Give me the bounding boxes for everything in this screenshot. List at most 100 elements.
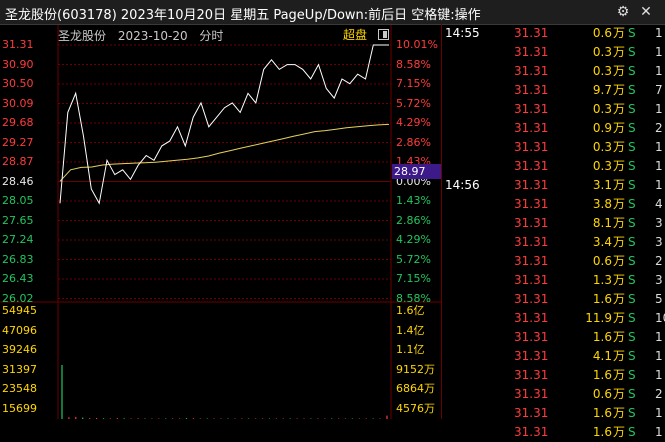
amount-axis-label: 6864万 — [396, 382, 435, 395]
tick-row[interactable]: 31.31 1.6 万 S 1 — [442, 366, 665, 385]
price-axis-label: 26.83 — [2, 252, 34, 266]
gear-icon[interactable]: ⚙ — [614, 3, 632, 21]
tick-side: S — [628, 83, 636, 97]
chart-plot — [0, 25, 442, 419]
tick-side: S — [628, 311, 636, 325]
tick-side: S — [628, 406, 636, 420]
tick-price: 31.31 — [514, 102, 549, 116]
pct-axis-label: 2.86% — [396, 135, 431, 149]
tick-side: S — [628, 64, 636, 78]
tick-row[interactable]: 31.31 9.7 万 S 7 — [442, 81, 665, 100]
amount-axis-label: 4576万 — [396, 401, 435, 415]
amount-axis-label: 1.1亿 — [396, 343, 425, 356]
price-axis-label: 27.24 — [2, 233, 34, 246]
tick-volume: 0.9 — [592, 121, 612, 135]
tick-price: 31.31 — [514, 330, 549, 344]
tick-unit: 万 — [613, 64, 626, 78]
price-axis-label: 29.27 — [2, 135, 34, 149]
tick-row[interactable]: 31.31 0.3 万 S 1 — [442, 157, 665, 176]
tick-volume: 3.4 — [592, 235, 612, 249]
tick-count: 3 — [655, 273, 663, 287]
tick-unit: 万 — [613, 292, 626, 306]
tick-unit: 万 — [613, 330, 626, 344]
intraday-chart[interactable]: 圣龙股份 2023-10-20 分时 超盘 31.31 10.01% 30.90 8.… — [0, 25, 442, 419]
tick-volume: 0.6 — [592, 26, 612, 40]
tick-price: 31.31 — [514, 425, 549, 439]
tick-volume: 8.1 — [592, 216, 612, 230]
tick-row[interactable]: 14:56 31.31 3.1 万 S 1 — [442, 176, 665, 195]
tick-row[interactable]: 31.31 0.3 万 S 1 — [442, 43, 665, 62]
tick-side: S — [628, 26, 636, 40]
price-axis-label: 28.05 — [2, 194, 34, 207]
tick-time: 14:55 — [445, 26, 480, 40]
tick-unit: 万 — [613, 406, 626, 420]
tick-count: 1 — [655, 64, 663, 78]
tick-unit: 万 — [613, 159, 626, 173]
tick-count: 1 — [655, 368, 663, 382]
tick-volume: 3.8 — [592, 197, 612, 211]
pct-axis-label: 2.86% — [396, 213, 431, 227]
tick-side: S — [628, 216, 636, 230]
tick-row[interactable]: 31.31 3.8 万 S 4 — [442, 195, 665, 214]
volume-axis-label: 31397 — [2, 362, 37, 376]
volume-axis-label: 39246 — [2, 343, 37, 356]
tick-unit: 万 — [613, 178, 626, 192]
tick-count: 3 — [655, 235, 663, 249]
current-price-marker: 28.97 — [392, 164, 442, 179]
tick-count: 1 — [655, 140, 663, 154]
tick-price: 31.31 — [514, 292, 549, 306]
tick-volume: 3.1 — [592, 178, 612, 192]
tick-side: S — [628, 273, 636, 287]
tick-side: S — [628, 330, 636, 344]
tick-row[interactable]: 31.31 1.6 万 S 1 — [442, 404, 665, 423]
tick-volume: 0.3 — [592, 45, 612, 59]
tick-price: 31.31 — [514, 368, 549, 382]
tick-row[interactable]: 31.31 1.6 万 S 1 — [442, 328, 665, 347]
tick-unit: 万 — [613, 140, 626, 154]
volume-axis-label: 23548 — [2, 382, 37, 395]
tick-row[interactable]: 31.31 0.3 万 S 1 — [442, 138, 665, 157]
tick-row[interactable]: 31.31 0.3 万 S 1 — [442, 100, 665, 119]
tick-row[interactable]: 31.31 8.1 万 S 3 — [442, 214, 665, 233]
tick-volume: 0.3 — [592, 159, 612, 173]
tick-count: 2 — [655, 387, 663, 401]
tick-count: 3 — [655, 216, 663, 230]
tick-row[interactable]: 31.31 1.6 万 S 5 — [442, 290, 665, 309]
tick-row[interactable]: 31.31 0.9 万 S 2 — [442, 119, 665, 138]
tick-row[interactable]: 31.31 0.6 万 S 2 — [442, 385, 665, 404]
tick-price: 31.31 — [514, 406, 549, 420]
tick-side: S — [628, 121, 636, 135]
tick-list[interactable]: 14:55 31.31 0.6 万 S 1 31.31 0.3 万 S 1 31.31 0.3 万 S 1 31… — [442, 24, 665, 439]
tick-row[interactable]: 31.31 1.6 万 S 1 — [442, 423, 665, 442]
pct-axis-label: 8.58% — [396, 57, 431, 71]
tick-volume: 0.3 — [592, 64, 612, 78]
tick-volume: 1.6 — [592, 292, 612, 306]
tick-unit: 万 — [613, 121, 626, 135]
price-axis-label: 28.46 — [2, 174, 34, 188]
tick-row[interactable]: 31.31 1.3 万 S 3 — [442, 271, 665, 290]
pct-axis-label: 4.29% — [396, 233, 431, 246]
tick-price: 31.31 — [514, 45, 549, 59]
tick-count: 10 — [655, 311, 665, 325]
close-icon[interactable]: ✕ — [637, 3, 655, 21]
tick-side: S — [628, 178, 636, 192]
tick-unit: 万 — [613, 387, 626, 401]
tick-price: 31.31 — [514, 64, 549, 78]
tick-unit: 万 — [613, 349, 626, 363]
tick-row[interactable]: 14:55 31.31 0.6 万 S 1 — [442, 24, 665, 43]
window-titlebar: 圣龙股份(603178) 2023年10月20日 星期五 PageUp/Down… — [0, 0, 665, 25]
tick-side: S — [628, 349, 636, 363]
tick-count: 4 — [655, 197, 663, 211]
tick-row[interactable]: 31.31 4.1 万 S 1 — [442, 347, 665, 366]
tick-row[interactable]: 31.31 3.4 万 S 3 — [442, 233, 665, 252]
tick-unit: 万 — [613, 102, 626, 116]
tick-row[interactable]: 31.31 0.6 万 S 2 — [442, 252, 665, 271]
tick-side: S — [628, 102, 636, 116]
tick-unit: 万 — [613, 235, 626, 249]
tick-price: 31.31 — [514, 83, 549, 97]
tick-row[interactable]: 31.31 11.9万S 10 — [442, 309, 665, 328]
tick-row[interactable]: 31.31 0.3 万 S 1 — [442, 62, 665, 81]
tick-side: S — [628, 368, 636, 382]
price-axis-label: 30.09 — [2, 96, 34, 110]
tick-count: 7 — [655, 83, 663, 97]
